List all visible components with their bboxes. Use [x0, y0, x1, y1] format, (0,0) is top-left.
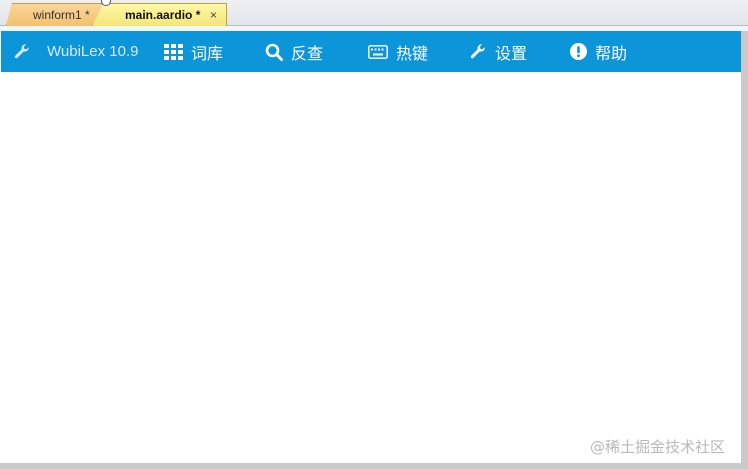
wrench-icon — [469, 43, 487, 61]
navbar: WubiLex 10.9 词库 反查 热键 设置 帮助 — [1, 31, 741, 72]
app-title: WubiLex 10.9 — [47, 43, 139, 60]
exclamation-circle-icon — [570, 43, 587, 60]
keyboard-icon — [368, 44, 388, 59]
nav-hotkeys[interactable]: 热键 — [368, 31, 428, 72]
brand-logo[interactable] — [13, 31, 31, 72]
close-icon[interactable]: × — [210, 4, 217, 26]
search-icon — [265, 43, 283, 61]
nav-dictionary-label: 词库 — [191, 43, 224, 63]
tab-winform1[interactable]: winform1 * — [6, 3, 102, 26]
watermark: @稀土掘金技术社区 — [590, 438, 726, 456]
tab-label: main.aardio * — [125, 8, 201, 22]
window-border-right — [741, 31, 748, 469]
nav-help-label: 帮助 — [595, 43, 628, 63]
tab-label: winform1 * — [33, 8, 90, 22]
nav-hotkeys-label: 热键 — [396, 43, 429, 63]
editor-tab-strip: winform1 * main.aardio * × — [0, 0, 748, 26]
nav-settings[interactable]: 设置 — [469, 31, 527, 72]
window-border-bottom — [0, 463, 748, 469]
nav-help[interactable]: 帮助 — [570, 31, 627, 72]
nav-dictionary[interactable]: 词库 — [164, 31, 223, 72]
wrench-icon — [13, 43, 31, 61]
tab-main-aardio[interactable]: main.aardio * × — [92, 3, 227, 26]
nav-settings-label: 设置 — [495, 43, 528, 63]
app-window: WubiLex 10.9 词库 反查 热键 设置 帮助 — [1, 31, 741, 463]
grid-icon — [164, 43, 183, 60]
nav-reverse-lookup[interactable]: 反查 — [265, 31, 323, 72]
nav-reverse-lookup-label: 反查 — [291, 43, 324, 63]
